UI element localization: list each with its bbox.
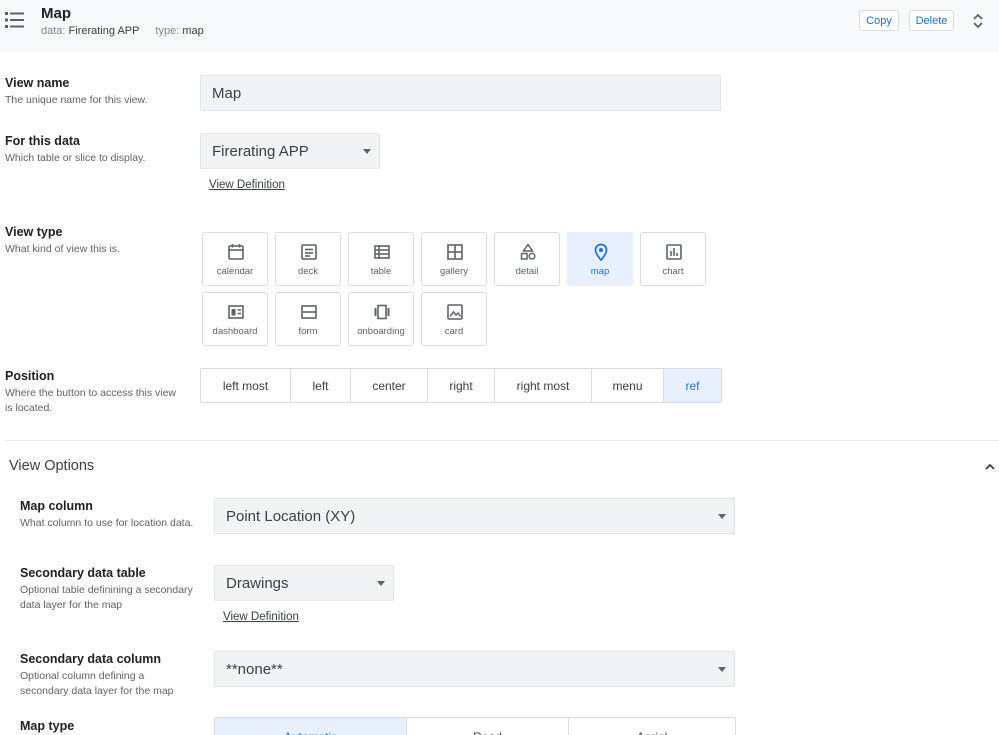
chart-icon xyxy=(666,244,682,260)
dashboard-icon xyxy=(228,305,244,319)
data-meta-value: Firerating APP xyxy=(68,25,140,37)
position-left[interactable]: left xyxy=(291,369,351,402)
detail-icon xyxy=(520,243,536,260)
view-type-gallery-label: gallery xyxy=(440,266,468,277)
type-meta-value: map xyxy=(182,25,204,37)
dropdown-caret-icon xyxy=(363,149,371,154)
table-icon xyxy=(374,245,390,259)
view-type-form-label: form xyxy=(298,326,318,337)
calendar-icon xyxy=(228,244,244,260)
view-type-onboarding-label: onboarding xyxy=(357,326,405,337)
view-name-description: The unique name for this view. xyxy=(5,94,148,106)
view-type-onboarding[interactable]: onboarding xyxy=(348,292,414,346)
position-label: Position xyxy=(5,369,55,383)
secondary-data-table-label: Secondary data table xyxy=(20,566,146,580)
view-type-card[interactable]: card xyxy=(421,292,487,346)
view-type-map[interactable]: map xyxy=(567,232,633,286)
position-ref[interactable]: ref xyxy=(664,369,721,402)
card-icon xyxy=(447,304,463,320)
dropdown-caret-icon xyxy=(718,514,726,519)
view-type-label: View type xyxy=(5,225,63,239)
for-this-data-description: Which table or slice to display. xyxy=(5,152,146,164)
data-meta-label: data: xyxy=(41,25,66,37)
secondary-data-column-description: Optional column defining a secondary dat… xyxy=(20,670,174,697)
view-type-chart[interactable]: chart xyxy=(640,232,706,286)
view-type-card-label: card xyxy=(444,326,464,337)
view-title: Map xyxy=(41,5,71,22)
gallery-icon xyxy=(447,244,463,260)
position-segmented-control: left most left center right right most m… xyxy=(200,368,722,403)
view-type-table[interactable]: table xyxy=(348,232,414,286)
view-type-detail[interactable]: detail xyxy=(494,232,560,286)
view-name-input[interactable]: Map xyxy=(200,75,721,111)
list-menu-icon[interactable] xyxy=(5,11,25,29)
dropdown-caret-icon xyxy=(377,581,385,586)
secondary-data-column-select[interactable]: **none** xyxy=(214,651,735,687)
map-type-road[interactable]: Road xyxy=(407,718,569,735)
dropdown-caret-icon xyxy=(718,667,726,672)
view-type-deck-label: deck xyxy=(297,266,319,277)
view-type-gallery[interactable]: gallery xyxy=(421,232,487,286)
view-type-calendar[interactable]: calendar xyxy=(202,232,268,286)
view-type-detail-label: detail xyxy=(515,266,539,277)
view-options-title[interactable]: View Options xyxy=(9,458,94,474)
form-icon xyxy=(301,305,317,319)
view-name-value: Map xyxy=(212,84,242,102)
position-right[interactable]: right xyxy=(428,369,495,402)
position-right-most[interactable]: right most xyxy=(495,369,592,402)
view-header: Map data: Firerating APP type: map Copy … xyxy=(0,0,999,52)
view-definition-link[interactable]: View Definition xyxy=(209,179,285,191)
map-column-label: Map column xyxy=(20,499,93,513)
chevron-up-icon[interactable] xyxy=(983,460,997,474)
map-type-segmented-control: Automatic Road Aerial xyxy=(214,717,736,735)
data-source-value: Firerating APP xyxy=(212,142,309,160)
unfold-chevron-icon[interactable] xyxy=(971,12,985,30)
deck-icon xyxy=(301,244,317,260)
map-column-value: Point Location (XY) xyxy=(226,507,356,525)
view-type-form[interactable]: form xyxy=(275,292,341,346)
map-type-aerial[interactable]: Aerial xyxy=(569,718,735,735)
data-source-select[interactable]: Firerating APP xyxy=(200,133,380,169)
secondary-data-column-value: **none** xyxy=(226,660,283,678)
secondary-data-table-select[interactable]: Drawings xyxy=(214,565,394,601)
map-column-select[interactable]: Point Location (XY) xyxy=(214,498,735,534)
copy-button[interactable]: Copy xyxy=(859,10,899,31)
secondary-data-table-value: Drawings xyxy=(226,574,289,592)
secondary-data-column-label: Secondary data column xyxy=(20,652,162,666)
view-type-map-label: map xyxy=(590,266,610,277)
view-type-calendar-label: calendar xyxy=(216,266,254,277)
delete-button[interactable]: Delete xyxy=(909,10,954,31)
position-left-most[interactable]: left most xyxy=(201,369,291,402)
view-type-dashboard-label: dashboard xyxy=(212,326,258,337)
position-menu[interactable]: menu xyxy=(592,369,664,402)
view-type-description: What kind of view this is. xyxy=(5,243,120,255)
section-divider xyxy=(5,440,999,441)
map-column-description: What column to use for location data. xyxy=(20,517,194,529)
position-center[interactable]: center xyxy=(351,369,428,402)
position-description: Where the button to access this view is … xyxy=(5,387,176,414)
map-type-automatic[interactable]: Automatic xyxy=(215,718,407,735)
type-meta-label: type: xyxy=(155,25,180,37)
secondary-data-table-description: Optional table definining a secondary da… xyxy=(20,584,193,611)
secondary-view-definition-link[interactable]: View Definition xyxy=(223,611,299,623)
for-this-data-label: For this data xyxy=(5,134,81,148)
map-pin-icon xyxy=(594,243,608,261)
view-type-chart-label: chart xyxy=(662,266,684,277)
view-name-label: View name xyxy=(5,76,70,90)
onboarding-icon xyxy=(374,304,390,320)
view-meta: data: Firerating APP type: map xyxy=(41,25,204,37)
view-type-dashboard[interactable]: dashboard xyxy=(202,292,268,346)
map-type-label: Map type xyxy=(20,719,75,733)
view-type-deck[interactable]: deck xyxy=(275,232,341,286)
view-type-table-label: table xyxy=(370,266,392,277)
